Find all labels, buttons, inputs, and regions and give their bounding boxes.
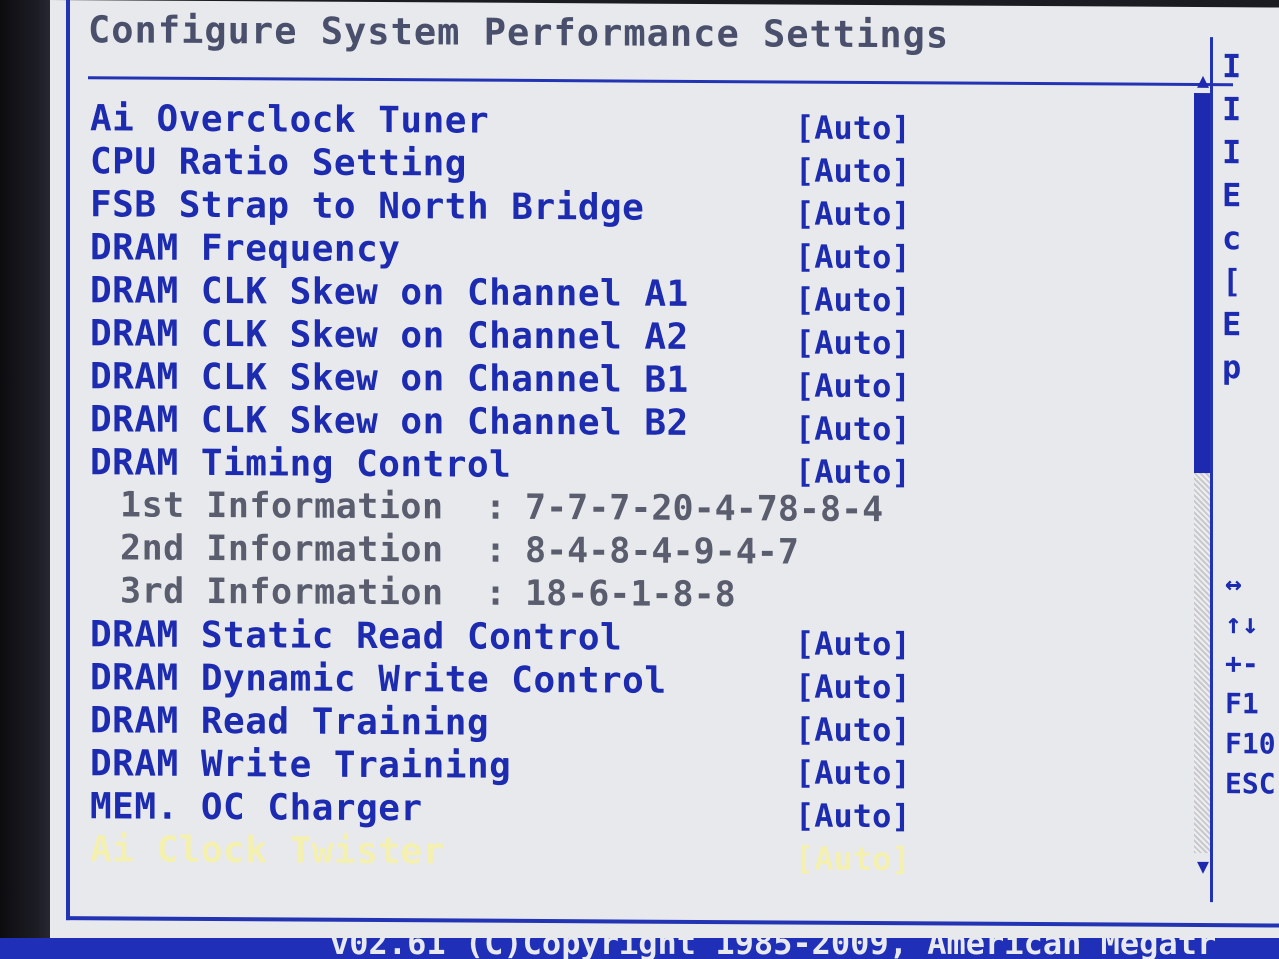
setting-read-training[interactable]: DRAM Read Training [Auto] (90, 700, 1220, 750)
setting-clk-skew-a2[interactable]: DRAM CLK Skew on Channel A2 [Auto] (90, 313, 1220, 363)
setting-clk-skew-b2[interactable]: DRAM CLK Skew on Channel B2 [Auto] (90, 399, 1220, 449)
copyright-bar: v02.61 (C)Copyright 1985-2009, American … (0, 938, 1279, 959)
settings-list: Ai Overclock Tuner [Auto] CPU Ratio Sett… (90, 98, 1220, 879)
bios-screen: Configure System Performance Settings Ai… (0, 0, 1279, 959)
setting-value[interactable]: [Auto] (795, 711, 911, 750)
setting-label: Ai Overclock Tuner (90, 98, 490, 142)
setting-mem-oc-charger[interactable]: MEM. OC Charger [Auto] (90, 786, 1220, 836)
setting-label: DRAM Frequency (90, 227, 401, 271)
setting-value[interactable]: [Auto] (795, 797, 911, 836)
help-text: p (1222, 348, 1242, 387)
setting-clk-skew-b1[interactable]: DRAM CLK Skew on Channel B1 [Auto] (90, 356, 1220, 406)
setting-dram-frequency[interactable]: DRAM Frequency [Auto] (90, 227, 1220, 277)
help-text: I (1222, 47, 1242, 86)
info-label: 1st Information (120, 485, 444, 528)
setting-label: DRAM Timing Control (90, 442, 512, 486)
setting-label: Ai Clock Twister (90, 829, 445, 873)
setting-label: DRAM CLK Skew on Channel A1 (90, 270, 689, 315)
plus-minus-key: +- (1225, 647, 1259, 681)
setting-static-read-control[interactable]: DRAM Static Read Control [Auto] (90, 614, 1220, 664)
help-text: E (1222, 176, 1242, 215)
info-row-3rd: 3rd Information : 18-6-1-8-8 (90, 571, 1220, 621)
info-row-1st: 1st Information : 7-7-7-20-4-78-8-4 (90, 485, 1220, 535)
setting-label: FSB Strap to North Bridge (90, 184, 645, 229)
info-value: 8-4-8-4-9-4-7 (525, 530, 799, 573)
setting-label: DRAM CLK Skew on Channel B1 (90, 356, 689, 401)
setting-dynamic-write-control[interactable]: DRAM Dynamic Write Control [Auto] (90, 657, 1220, 707)
setting-cpu-ratio[interactable]: CPU Ratio Setting [Auto] (90, 141, 1220, 191)
info-row-2nd: 2nd Information : 8-4-8-4-9-4-7 (90, 528, 1220, 578)
setting-label: DRAM Dynamic Write Control (90, 657, 667, 702)
help-divider (1210, 37, 1213, 903)
help-text: c (1222, 219, 1242, 258)
monitor-bezel (0, 0, 52, 959)
info-value: 18-6-1-8-8 (525, 573, 736, 616)
setting-ai-clock-twister[interactable]: Ai Clock Twister [Auto] (90, 829, 1220, 879)
setting-label: DRAM CLK Skew on Channel A2 (90, 313, 689, 358)
setting-value[interactable]: [Auto] (795, 453, 911, 492)
setting-value[interactable]: [Auto] (795, 152, 911, 191)
setting-value[interactable]: [Auto] (795, 324, 911, 363)
info-separator: : (485, 573, 507, 614)
setting-label: DRAM Static Read Control (90, 614, 623, 659)
setting-value[interactable]: [Auto] (795, 840, 911, 879)
info-label: 3rd Information (120, 571, 444, 614)
up-down-arrows-icon: ↑↓ (1225, 607, 1259, 641)
help-text: E (1222, 305, 1242, 344)
setting-value[interactable]: [Auto] (795, 625, 911, 664)
setting-value[interactable]: [Auto] (795, 109, 911, 148)
setting-label: CPU Ratio Setting (90, 141, 467, 185)
key-legend: ↔ ↑↓ +- F1 F10 ESC (1225, 567, 1276, 807)
help-text: [ (1222, 262, 1242, 301)
setting-value[interactable]: [Auto] (795, 238, 911, 277)
help-text: I (1222, 133, 1242, 172)
setting-value[interactable]: [Auto] (795, 281, 911, 320)
esc-key: ESC (1225, 767, 1276, 801)
setting-label: MEM. OC Charger (90, 786, 423, 830)
setting-value[interactable]: [Auto] (795, 367, 911, 406)
setting-value[interactable]: [Auto] (795, 754, 911, 793)
setting-label: DRAM Write Training (90, 743, 512, 787)
info-separator: : (485, 530, 507, 571)
help-panel: I I I E c [ E p (1222, 47, 1279, 391)
setting-dram-timing-control[interactable]: DRAM Timing Control [Auto] (90, 442, 1220, 492)
setting-label: DRAM CLK Skew on Channel B2 (90, 399, 689, 444)
setting-value[interactable]: [Auto] (795, 195, 911, 234)
setting-label: DRAM Read Training (90, 700, 490, 744)
help-text: I (1222, 90, 1242, 129)
setting-value[interactable]: [Auto] (795, 410, 911, 449)
page-title: Configure System Performance Settings (88, 8, 950, 57)
f1-key: F1 (1225, 687, 1259, 721)
left-right-arrows-icon: ↔ (1225, 567, 1242, 601)
bios-panel: Configure System Performance Settings Ai… (50, 0, 1279, 948)
setting-fsb-strap[interactable]: FSB Strap to North Bridge [Auto] (90, 184, 1220, 234)
setting-write-training[interactable]: DRAM Write Training [Auto] (90, 743, 1220, 793)
copyright-text: v02.61 (C)Copyright 1985-2009, American … (330, 938, 1217, 959)
info-label: 2nd Information (120, 528, 444, 571)
setting-ai-overclock-tuner[interactable]: Ai Overclock Tuner [Auto] (90, 98, 1220, 148)
setting-value[interactable]: [Auto] (795, 668, 911, 707)
setting-clk-skew-a1[interactable]: DRAM CLK Skew on Channel A1 [Auto] (90, 270, 1220, 320)
info-value: 7-7-7-20-4-78-8-4 (525, 487, 884, 531)
info-separator: : (485, 487, 507, 528)
f10-key: F10 (1225, 727, 1276, 761)
